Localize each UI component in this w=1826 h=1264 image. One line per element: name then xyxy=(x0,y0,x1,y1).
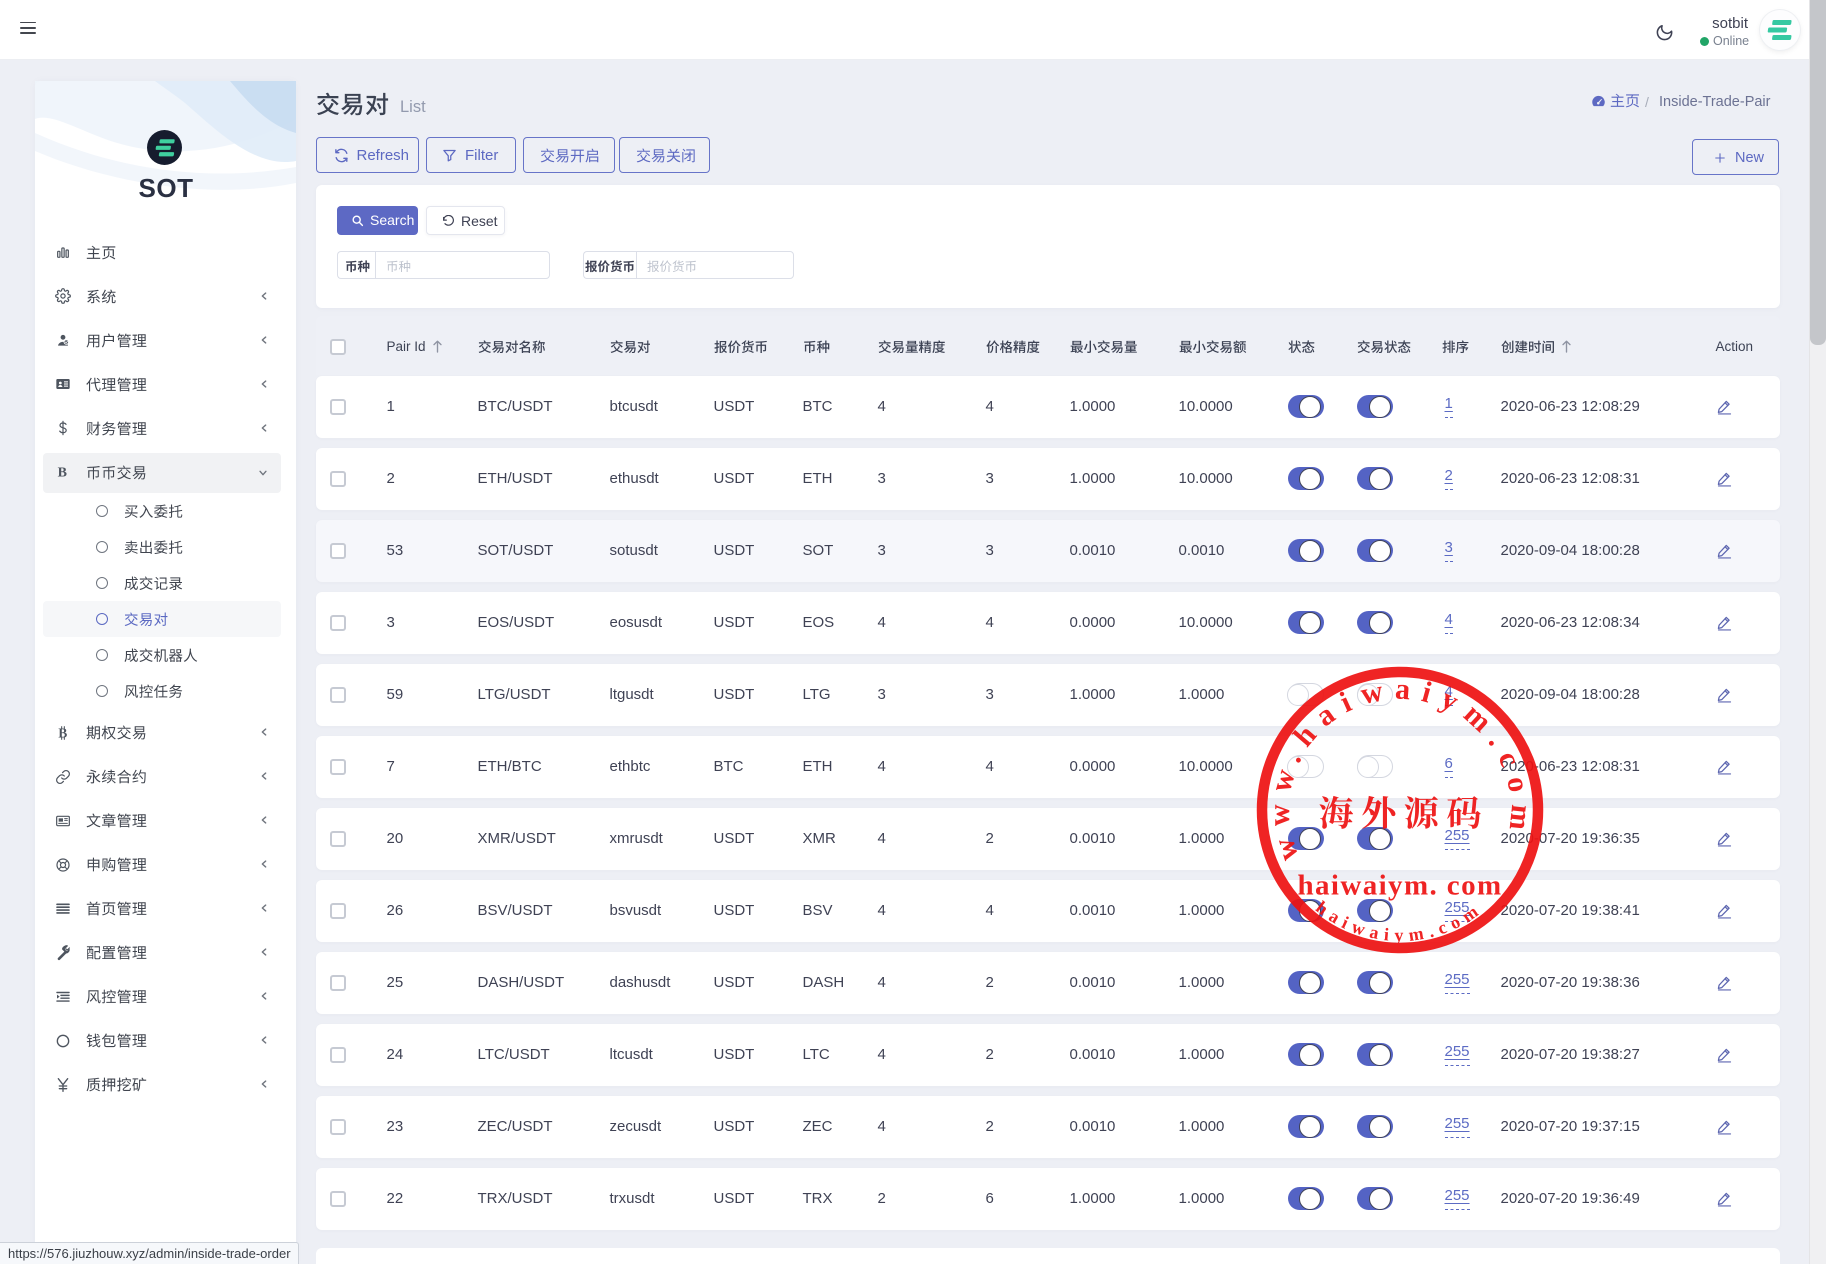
svg-text:B: B xyxy=(58,726,67,741)
svg-text:B: B xyxy=(58,466,67,480)
svg-text:www.haiwaiym.com: www.haiwaiym.com xyxy=(1263,672,1538,864)
svg-text:haiwaiym. com: haiwaiym. com xyxy=(1297,870,1502,902)
